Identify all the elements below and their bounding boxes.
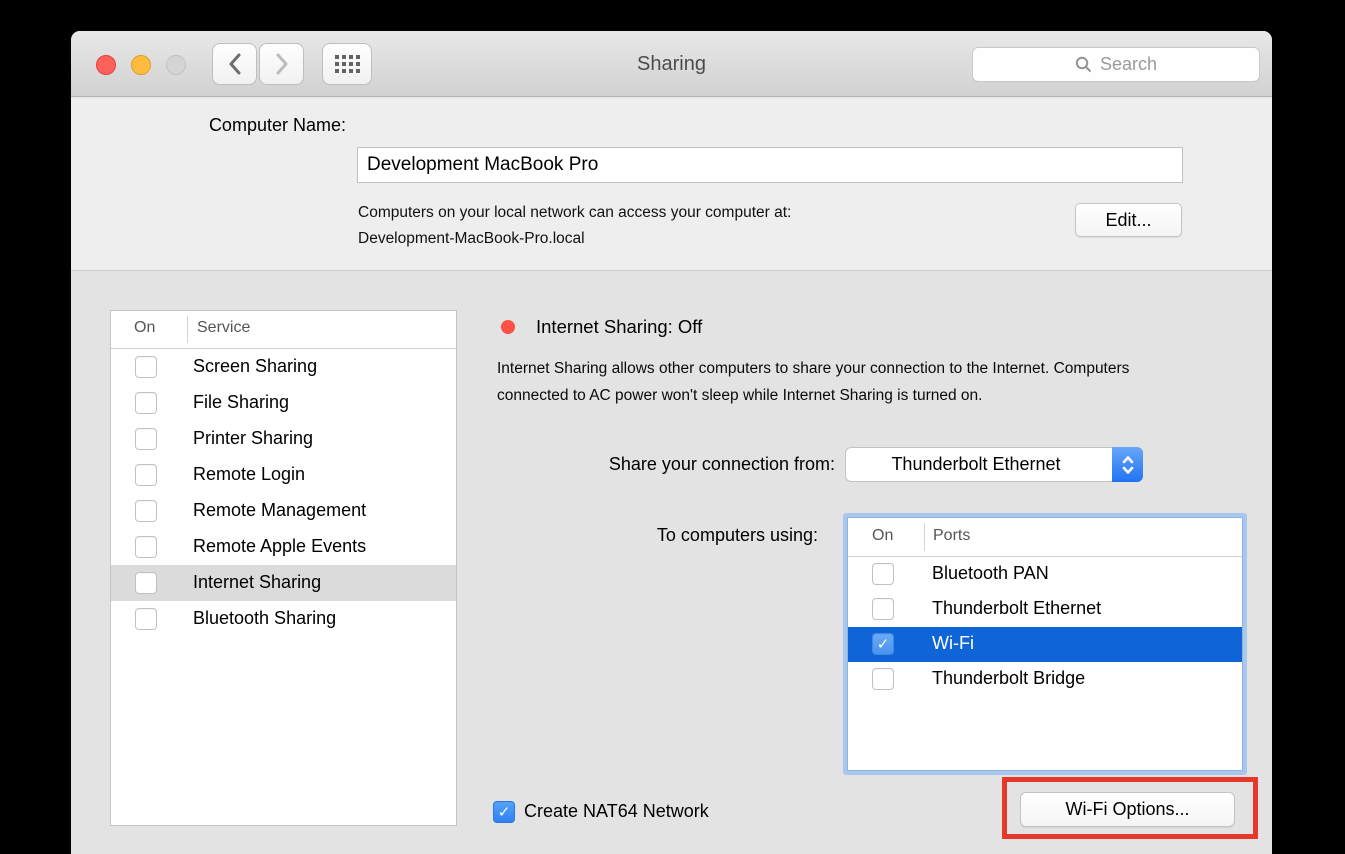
service-row[interactable]: Remote Management — [111, 493, 456, 529]
checkbox[interactable] — [135, 428, 157, 450]
row-label: Bluetooth PAN — [932, 563, 1049, 584]
checkbox[interactable] — [872, 563, 894, 585]
ports-table-focus-ring: On Ports Bluetooth PAN Thunderbolt Ethern… — [843, 513, 1247, 775]
wifi-options-button[interactable]: Wi-Fi Options... — [1020, 792, 1235, 827]
nat64-label: Create NAT64 Network — [524, 801, 709, 822]
column-divider — [924, 523, 925, 551]
titlebar: Sharing Search — [71, 31, 1272, 97]
row-label: Remote Apple Events — [193, 536, 366, 557]
hostname-info-line2: Development-MacBook-Pro.local — [358, 226, 791, 252]
checkbox[interactable] — [135, 536, 157, 558]
ports-table-body: Bluetooth PAN Thunderbolt Ethernet ✓ Wi-Fi T… — [848, 557, 1242, 697]
service-row[interactable]: Printer Sharing — [111, 421, 456, 457]
service-row[interactable]: Screen Sharing — [111, 349, 456, 385]
share-from-label: Share your connection from: — [371, 454, 835, 475]
row-label: Thunderbolt Ethernet — [932, 598, 1101, 619]
checkbox[interactable]: ✓ — [872, 633, 894, 655]
row-label: File Sharing — [193, 392, 289, 413]
checkbox[interactable] — [135, 500, 157, 522]
checkbox[interactable] — [135, 464, 157, 486]
row-label: Wi-Fi — [932, 633, 974, 654]
port-row[interactable]: Bluetooth PAN — [848, 557, 1242, 592]
nat64-checkbox[interactable]: ✓ — [493, 801, 515, 823]
internet-sharing-status-title: Internet Sharing: Off — [536, 316, 702, 338]
popup-chevrons-icon — [1112, 447, 1143, 482]
share-from-value: Thunderbolt Ethernet — [846, 448, 1106, 481]
computer-name-input[interactable] — [357, 147, 1183, 183]
row-label: Remote Login — [193, 464, 305, 485]
edit-button[interactable]: Edit... — [1075, 203, 1182, 237]
search-field[interactable]: Search — [972, 47, 1260, 82]
row-label: Bluetooth Sharing — [193, 608, 336, 629]
ports-table-header: On Ports — [848, 518, 1242, 557]
checkbox[interactable] — [135, 356, 157, 378]
port-row[interactable]: Thunderbolt Ethernet — [848, 592, 1242, 627]
row-label: Screen Sharing — [193, 356, 317, 377]
services-column-on: On — [134, 319, 155, 337]
services-table: On Service Screen Sharing File Sharing Pri… — [110, 310, 457, 826]
checkbox[interactable] — [135, 392, 157, 414]
port-row[interactable]: ✓ Wi-Fi — [848, 627, 1242, 662]
to-computers-label: To computers using: — [371, 525, 818, 546]
services-column-service: Service — [197, 319, 250, 337]
port-row[interactable]: Thunderbolt Bridge — [848, 662, 1242, 697]
row-label: Internet Sharing — [193, 572, 321, 593]
row-label: Thunderbolt Bridge — [932, 668, 1085, 689]
search-icon — [1075, 56, 1092, 73]
services-table-body: Screen Sharing File Sharing Printer Sharin… — [111, 349, 456, 637]
search-placeholder: Search — [1100, 54, 1157, 75]
share-from-popup[interactable]: Thunderbolt Ethernet — [845, 447, 1143, 482]
sharing-preferences-window: Sharing Search Computer Name: Computers … — [71, 31, 1272, 854]
service-row[interactable]: Internet Sharing — [111, 565, 456, 601]
ports-table: On Ports Bluetooth PAN Thunderbolt Ethern… — [847, 517, 1243, 771]
internet-sharing-description: Internet Sharing allows other computers … — [497, 356, 1197, 409]
service-row[interactable]: Bluetooth Sharing — [111, 601, 456, 637]
hostname-info-line1: Computers on your local network can acce… — [358, 200, 791, 226]
row-label: Printer Sharing — [193, 428, 313, 449]
checkbox[interactable] — [872, 598, 894, 620]
checkbox[interactable] — [135, 572, 157, 594]
checkbox[interactable] — [135, 608, 157, 630]
ports-column-ports: Ports — [933, 527, 970, 545]
column-divider — [187, 316, 188, 343]
services-table-header: On Service — [111, 311, 456, 349]
checkbox[interactable] — [872, 668, 894, 690]
ports-column-on: On — [872, 527, 893, 545]
computer-name-section: Computer Name: Computers on your local n… — [71, 98, 1272, 271]
status-off-indicator-icon — [501, 320, 515, 334]
row-label: Remote Management — [193, 500, 366, 521]
service-row[interactable]: File Sharing — [111, 385, 456, 421]
computer-name-label: Computer Name: — [111, 107, 346, 143]
local-hostname-info: Computers on your local network can acce… — [358, 200, 791, 252]
screen: Sharing Search Computer Name: Computers … — [0, 0, 1345, 854]
